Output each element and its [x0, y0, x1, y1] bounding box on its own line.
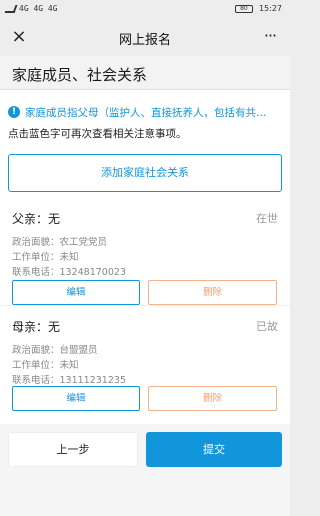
- add-relation-button[interactable]: 添加家庭社会关系: [8, 154, 282, 192]
- edit-button[interactable]: 编辑: [12, 386, 140, 411]
- signal-icon: [4, 4, 18, 13]
- info-icon: !: [8, 106, 20, 118]
- member-work: 工作单位：未知: [12, 360, 79, 371]
- member-status: 在世: [256, 212, 278, 225]
- status-right: 80 15:27: [234, 4, 282, 13]
- edit-button[interactable]: 编辑: [12, 280, 140, 305]
- member-phone: 联系电话：13111231235: [12, 375, 126, 386]
- member-political: 政治面貌：农工党党员: [12, 237, 108, 248]
- previous-step-button[interactable]: 上一步: [8, 432, 138, 467]
- member-phone: 联系电话：13248170023: [12, 267, 126, 278]
- member-status: 已故: [256, 320, 278, 333]
- page-body: 家庭成员、社会关系 ! 家庭成员指父母（监护人、直接抚养人，包括有共… 点击蓝色…: [0, 56, 290, 516]
- network-label: 4G 4G 4G: [19, 4, 58, 13]
- battery-icon: 80: [234, 4, 253, 13]
- submit-button[interactable]: 提交: [146, 432, 282, 467]
- nav-bar: × 网上报名 ···: [0, 20, 290, 56]
- member-political: 政治面貌：台盟盟员: [12, 345, 98, 356]
- notice-banner[interactable]: ! 家庭成员指父母（监护人、直接抚养人，包括有共…: [8, 104, 286, 120]
- status-bar: 4G 4G 4G 80 15:27: [0, 0, 290, 20]
- footer-actions: 上一步 提交: [0, 424, 290, 516]
- clock: 15:27: [258, 4, 282, 13]
- delete-button[interactable]: 删除: [148, 280, 277, 305]
- signal-indicators: 4G 4G 4G: [4, 4, 58, 13]
- member-work: 工作单位：未知: [12, 252, 79, 263]
- divider: [0, 305, 290, 306]
- notice-link[interactable]: 家庭成员指父母（监护人、直接抚养人，包括有共…: [25, 105, 267, 120]
- nav-title: 网上报名: [118, 33, 171, 48]
- delete-button[interactable]: 删除: [148, 386, 277, 411]
- page-header: 家庭成员、社会关系: [0, 56, 290, 90]
- notice-hint: 点击蓝色字可再次查看相关注意事项。: [8, 128, 187, 140]
- member-relation: 父亲：无: [12, 212, 61, 226]
- page-title: 家庭成员、社会关系: [12, 66, 148, 84]
- more-icon[interactable]: ···: [258, 25, 282, 47]
- member-relation: 母亲：无: [12, 320, 61, 334]
